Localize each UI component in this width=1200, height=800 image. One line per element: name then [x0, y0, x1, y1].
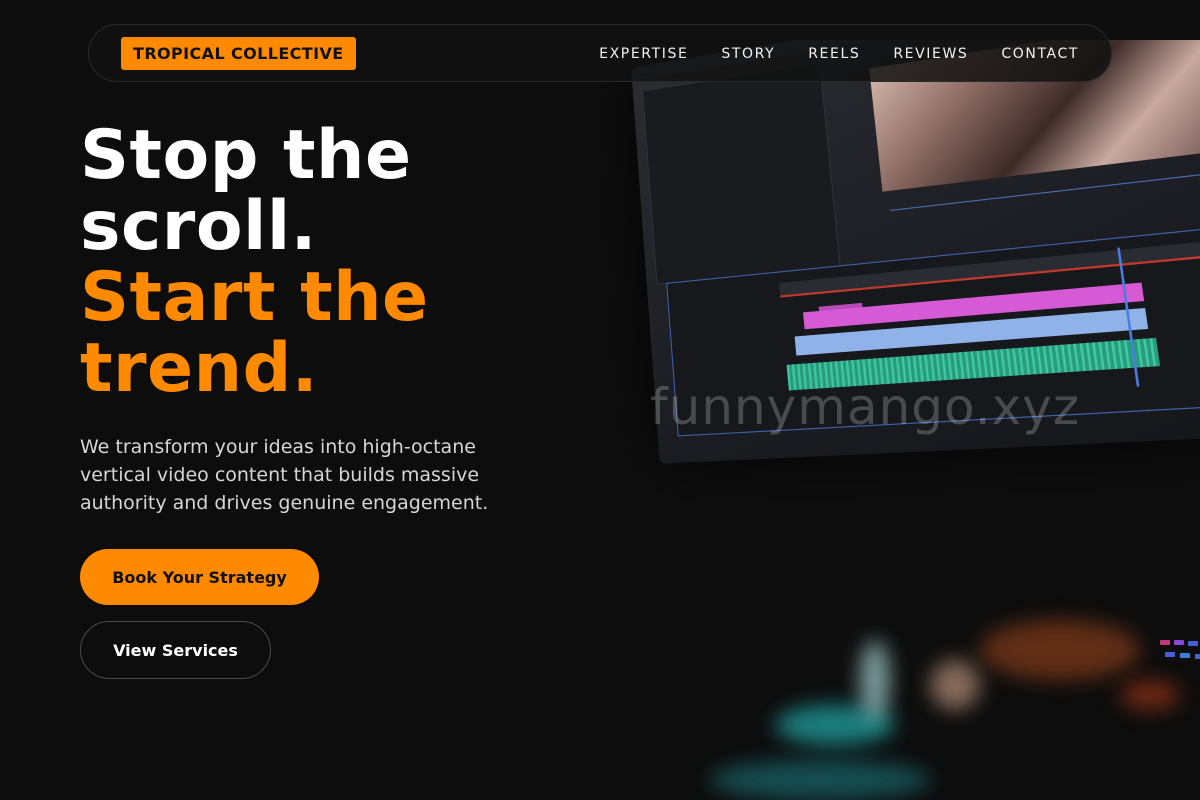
hero-subtitle: We transform your ideas into high-octane…: [80, 436, 489, 514]
hero-headline-accent-line: trend.: [80, 329, 319, 408]
watermark-text: funnymango.xyz: [650, 378, 1081, 436]
view-services-button[interactable]: View Services: [80, 621, 271, 679]
orange-light-glow: [1120, 680, 1180, 710]
brand-logo[interactable]: TROPICAL COLLECTIVE: [121, 37, 356, 70]
orange-light-glow: [930, 660, 980, 710]
nav-link-expertise[interactable]: EXPERTISE: [599, 46, 688, 62]
hero-headline-line: Stop the: [80, 116, 412, 195]
nav-link-reviews[interactable]: REVIEWS: [893, 46, 968, 62]
book-strategy-button[interactable]: Book Your Strategy: [80, 549, 319, 605]
hero-headline-line: scroll.: [80, 187, 317, 266]
nav-link-story[interactable]: STORY: [721, 46, 775, 62]
cyan-light-glow: [710, 760, 930, 800]
keyboard-lights: [1160, 638, 1200, 678]
nav-link-reels[interactable]: REELS: [808, 46, 860, 62]
hero-headline: Stop the scroll. Start the trend.: [80, 120, 429, 404]
nav-link-contact[interactable]: CONTACT: [1001, 46, 1079, 62]
top-nav-bar: TROPICAL COLLECTIVE EXPERTISE STORY REEL…: [88, 24, 1112, 82]
editor-effects-panel: [642, 62, 841, 285]
cyan-light-glow: [860, 640, 890, 720]
orange-light-glow: [980, 620, 1140, 680]
nav-links: EXPERTISE STORY REELS REVIEWS CONTACT: [599, 25, 1079, 83]
hero-headline-accent-line: Start the: [80, 258, 429, 337]
